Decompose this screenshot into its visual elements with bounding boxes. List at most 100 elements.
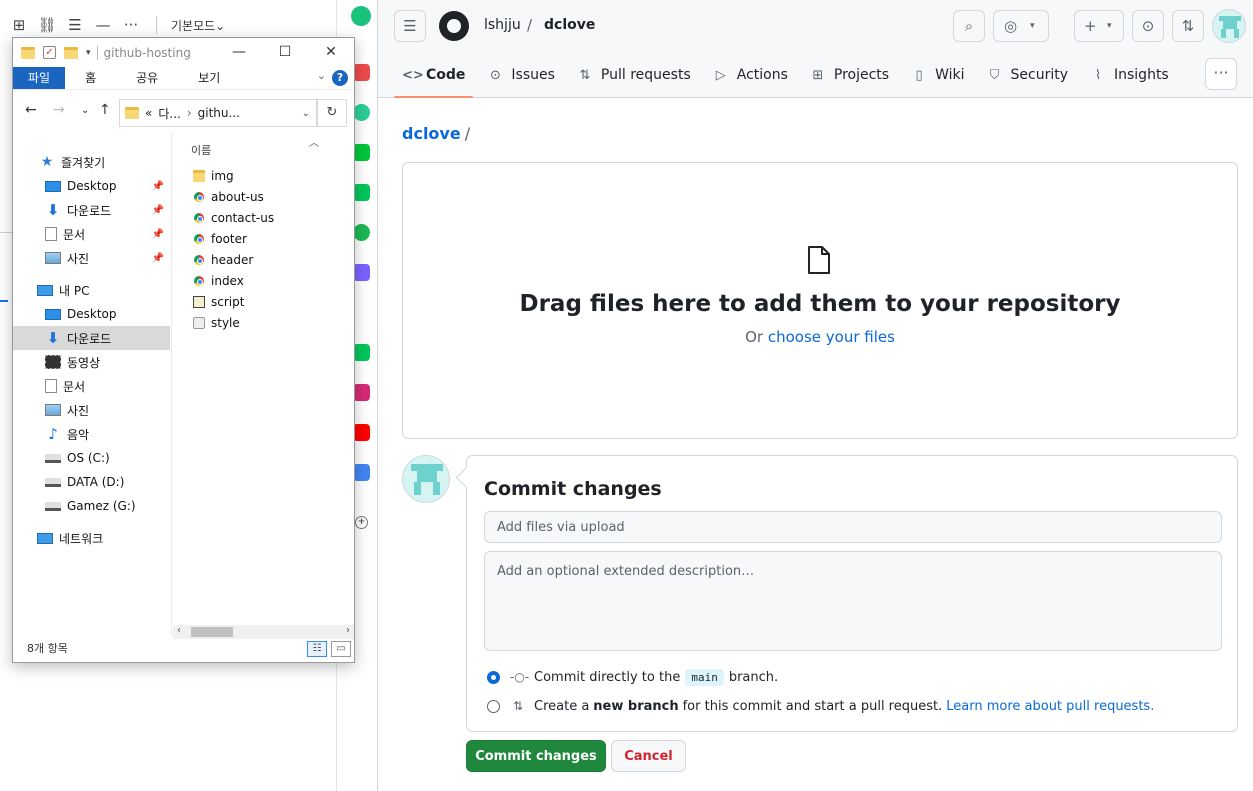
commit-new-branch-option[interactable]: ⇅ Create a new branch for this commit an… xyxy=(487,696,1154,716)
repo-owner-link[interactable]: lshjju xyxy=(484,17,521,33)
properties-icon[interactable]: ✓ xyxy=(43,46,56,59)
commit-changes-button[interactable]: Commit changes xyxy=(466,740,606,772)
recent-locations-icon[interactable]: ⌄ xyxy=(81,105,89,116)
ribbon-tab-share[interactable]: 공유 xyxy=(116,67,178,89)
file-item-header[interactable]: header xyxy=(193,250,253,270)
menu-icon[interactable]: ☰ xyxy=(394,10,426,42)
search-icon[interactable]: ⌕ xyxy=(953,10,985,42)
tab-insights[interactable]: ⌇ Insights xyxy=(1082,52,1177,98)
commit-summary-input[interactable] xyxy=(484,511,1222,543)
app-naver-icon[interactable] xyxy=(353,184,370,201)
nav-favorites-desktop[interactable]: Desktop 📌 xyxy=(13,174,170,198)
cancel-button[interactable]: Cancel xyxy=(611,740,686,772)
minimize-icon[interactable]: — xyxy=(216,38,262,67)
refresh-icon[interactable]: ↻ xyxy=(317,99,347,127)
app-youtube-icon[interactable] xyxy=(353,424,370,441)
explorer-titlebar[interactable]: ✓ ▾ github-hosting — ☐ ✕ xyxy=(13,38,354,67)
github-logo-icon[interactable] xyxy=(439,11,469,41)
nav-pc-desktop[interactable]: Desktop xyxy=(13,302,170,326)
forward-arrow-icon[interactable]: → xyxy=(53,102,65,118)
nav-pc-documents[interactable]: 문서 xyxy=(13,374,170,398)
nav-this-pc[interactable]: 내 PC xyxy=(13,278,170,302)
tab-wiki[interactable]: ▯ Wiki xyxy=(903,52,972,98)
app-translate-icon[interactable] xyxy=(353,464,370,481)
tab-security[interactable]: ⛉ Security xyxy=(979,52,1077,98)
file-item-contact-us[interactable]: contact-us xyxy=(193,208,274,228)
up-arrow-icon[interactable]: ↑ xyxy=(99,102,111,118)
add-app-icon[interactable]: + xyxy=(355,516,368,529)
scroll-right-icon[interactable]: › xyxy=(346,625,350,636)
nav-drive-d[interactable]: DATA (D:) xyxy=(13,470,170,494)
ribbon-tab-file[interactable]: 파일 xyxy=(13,67,66,89)
nav-favorites-downloads[interactable]: ⬇ 다운로드 📌 xyxy=(13,198,170,222)
nav-favorites-documents[interactable]: 문서 📌 xyxy=(13,222,170,246)
file-dropzone[interactable]: Drag files here to add them to your repo… xyxy=(402,162,1238,439)
app-chart-icon[interactable] xyxy=(353,304,370,321)
file-item-script[interactable]: script xyxy=(193,292,244,312)
address-dropdown-icon[interactable]: ⌄ xyxy=(302,108,310,119)
file-item-style[interactable]: style xyxy=(193,313,240,333)
sort-chevron-icon[interactable]: ︿ xyxy=(309,134,319,149)
tab-issues[interactable]: ⊙ Issues xyxy=(479,52,563,98)
nav-pc-downloads[interactable]: ⬇ 다운로드 xyxy=(13,326,170,350)
nav-favorites-pictures[interactable]: 사진 📌 xyxy=(13,246,170,270)
learn-more-pull-requests-link[interactable]: Learn more about pull requests. xyxy=(946,699,1154,714)
grid-icon[interactable]: ⊞ xyxy=(8,16,30,34)
nav-drive-c[interactable]: OS (C:) xyxy=(13,446,170,470)
address-bar[interactable]: « 다... › githu... ⌄ xyxy=(119,99,317,127)
copilot-button[interactable]: ◎ ▾ xyxy=(993,10,1049,42)
user-avatar[interactable] xyxy=(1212,9,1246,43)
ribbon-tab-home[interactable]: 홈 xyxy=(65,67,116,89)
app-bookmark-icon[interactable] xyxy=(353,64,370,81)
breadcrumb-repo-link[interactable]: dclove xyxy=(402,124,461,143)
list-icon[interactable]: ☰ xyxy=(64,16,86,34)
choose-files-link[interactable]: choose your files xyxy=(768,328,895,346)
file-item-index[interactable]: index xyxy=(193,271,244,291)
app-calendar-icon[interactable] xyxy=(353,264,370,281)
tab-pull-requests[interactable]: ⇅ Pull requests xyxy=(569,52,699,98)
file-item-about-us[interactable]: about-us xyxy=(193,187,264,207)
issues-icon[interactable]: ⊙ xyxy=(1132,10,1164,42)
commit-description-input[interactable] xyxy=(484,551,1222,651)
nav-pc-music[interactable]: ♪ 음악 xyxy=(13,422,170,446)
commit-direct-option[interactable]: -○- Commit directly to the main branch. xyxy=(487,667,778,687)
app-webtoon-icon[interactable] xyxy=(353,144,370,161)
link-icon[interactable]: ⛓ xyxy=(36,16,58,34)
tab-code[interactable]: <> Code xyxy=(394,52,474,98)
pull-requests-icon[interactable]: ⇅ xyxy=(1172,10,1204,42)
address-segment[interactable]: githu... xyxy=(198,106,240,120)
nav-favorites[interactable]: ★ 즐겨찾기 xyxy=(13,150,170,174)
ribbon-tab-view[interactable]: 보기 xyxy=(178,67,240,89)
app-play-icon[interactable] xyxy=(353,104,370,121)
large-icons-view-icon[interactable]: ▭ xyxy=(331,641,351,657)
app-instagram-icon[interactable] xyxy=(353,384,370,401)
nav-pc-videos[interactable]: 동영상 xyxy=(13,350,170,374)
mode-selector[interactable]: 기본모드⌄ xyxy=(171,17,225,34)
details-view-icon[interactable]: ☷ xyxy=(307,641,327,657)
quick-access-dropdown-icon[interactable]: ▾ xyxy=(86,48,91,58)
column-header-name[interactable]: 이름 xyxy=(191,142,211,158)
nav-network[interactable]: 네트워크 xyxy=(13,526,170,550)
new-folder-icon[interactable] xyxy=(64,46,78,59)
tab-actions[interactable]: ▷ Actions xyxy=(705,52,796,98)
scroll-left-icon[interactable]: ‹ xyxy=(177,625,181,636)
repo-name-link[interactable]: dclove xyxy=(544,17,595,33)
commit-direct-radio[interactable] xyxy=(487,670,500,684)
back-arrow-icon[interactable]: ← xyxy=(25,102,37,118)
create-new-button[interactable]: + ▾ xyxy=(1074,10,1124,42)
tab-projects[interactable]: ⊞ Projects xyxy=(802,52,897,98)
commit-new-branch-radio[interactable] xyxy=(487,699,500,713)
close-icon[interactable]: ✕ xyxy=(308,38,354,67)
app-media-icon[interactable] xyxy=(353,224,370,241)
file-item-footer[interactable]: footer xyxy=(193,229,247,249)
nav-pc-pictures[interactable]: 사진 xyxy=(13,398,170,422)
more-icon[interactable]: ··· xyxy=(120,16,142,34)
more-options-icon[interactable]: ··· xyxy=(1205,58,1237,90)
maximize-icon[interactable]: ☐ xyxy=(262,38,308,67)
dash-icon[interactable]: — xyxy=(92,16,114,34)
app-notification-icon[interactable] xyxy=(353,344,370,361)
address-segment[interactable]: 다... xyxy=(158,105,180,122)
file-item-img[interactable]: img xyxy=(193,166,234,186)
nav-drive-g[interactable]: Gamez (G:) xyxy=(13,494,170,518)
app-circle-icon[interactable] xyxy=(351,6,371,26)
